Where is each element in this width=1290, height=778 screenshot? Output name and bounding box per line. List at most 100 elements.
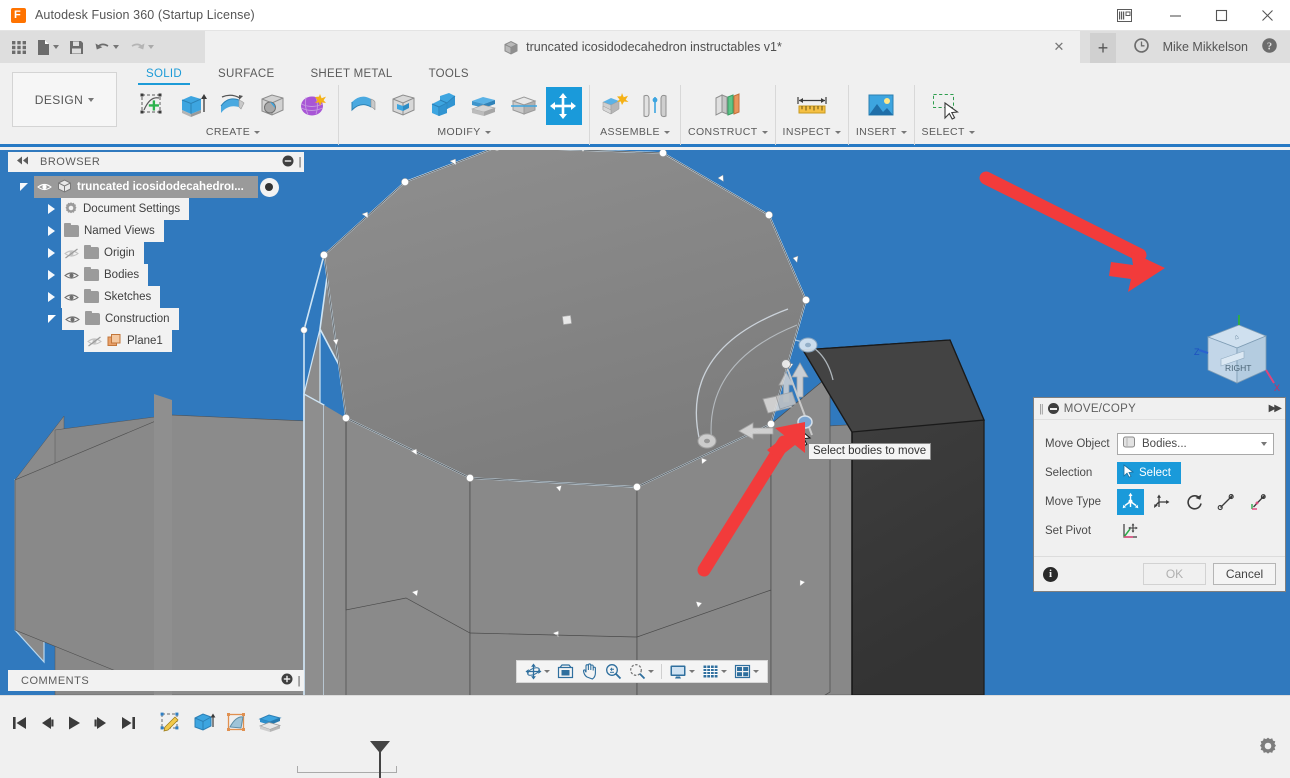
insert-image-tool[interactable] [863, 87, 899, 125]
chevron-down-icon[interactable] [1261, 441, 1267, 446]
viewport[interactable]: Select bodies to move ⌂ RIGHT Z X BROWSE… [0, 150, 1290, 695]
look-at-button[interactable] [554, 661, 577, 682]
undo-button[interactable] [90, 34, 123, 60]
redo-button[interactable] [125, 34, 158, 60]
save-button[interactable] [65, 34, 88, 60]
tree-item-origin[interactable]: Origin [8, 242, 304, 264]
expand-triangle-icon[interactable] [48, 248, 55, 258]
extrude-tool[interactable] [175, 87, 211, 125]
minimize-circle-icon[interactable] [282, 155, 294, 170]
maximize-button[interactable] [1198, 0, 1244, 31]
chevron-down-icon[interactable] [148, 45, 154, 49]
layout-panels-icon[interactable] [1096, 0, 1152, 31]
new-file-button[interactable] [33, 34, 63, 60]
tree-item-document-settings[interactable]: Document Settings [8, 198, 304, 220]
visibility-eye-off-icon[interactable] [64, 248, 79, 259]
visibility-eye-icon[interactable] [64, 270, 79, 281]
jump-to-end-button[interactable] [116, 710, 140, 736]
chevron-down-icon[interactable] [113, 45, 119, 49]
close-button[interactable] [1244, 0, 1290, 31]
move-object-dropdown[interactable]: Bodies... [1117, 432, 1274, 455]
display-settings-button[interactable] [666, 661, 698, 682]
tree-item-sketches[interactable]: Sketches [8, 286, 304, 308]
tree-item-construction[interactable]: Construction [8, 308, 304, 330]
expand-right-icon[interactable]: ▶▶ [1269, 403, 1282, 414]
chevron-down-icon[interactable] [544, 670, 550, 673]
grid-snaps-button[interactable] [699, 661, 730, 682]
minimize-button[interactable] [1152, 0, 1198, 31]
combine-tool[interactable] [466, 87, 502, 125]
step-back-button[interactable] [35, 710, 59, 736]
visibility-eye-icon[interactable] [64, 292, 79, 303]
tab-surface[interactable]: SURFACE [200, 63, 292, 84]
fit-button[interactable] [626, 661, 657, 682]
chevron-down-icon[interactable] [648, 670, 654, 673]
dialog-header[interactable]: || MOVE/COPY ▶▶ [1034, 398, 1285, 420]
orbit-button[interactable] [522, 661, 553, 682]
settings-gear-icon[interactable] [1258, 736, 1278, 759]
offset-plane-tool[interactable] [710, 87, 746, 125]
set-pivot-button[interactable] [1117, 518, 1144, 544]
chevron-down-icon[interactable] [663, 130, 670, 134]
collapse-left-icon[interactable] [16, 156, 29, 168]
sweep-tool[interactable] [255, 87, 291, 125]
app-grid-button[interactable] [7, 34, 31, 60]
tree-item-bodies[interactable]: Bodies [8, 264, 304, 286]
timeline-feature-sketch[interactable] [157, 709, 185, 737]
play-button[interactable] [62, 710, 86, 736]
clock-icon[interactable] [1133, 37, 1150, 57]
cancel-button[interactable]: Cancel [1213, 563, 1276, 585]
chevron-down-icon[interactable] [968, 130, 975, 134]
move-type-translate[interactable] [1149, 489, 1176, 515]
expand-triangle-icon[interactable] [48, 270, 55, 280]
form-tool[interactable] [295, 87, 331, 125]
viewports-button[interactable] [731, 661, 762, 682]
user-name[interactable]: Mike Mikkelson [1163, 40, 1248, 54]
tab-sheet-metal[interactable]: SHEET METAL [292, 63, 410, 84]
fillet-tool[interactable] [386, 87, 422, 125]
chevron-down-icon[interactable] [721, 670, 727, 673]
view-cube[interactable]: ⌂ RIGHT Z X [1192, 313, 1284, 401]
chevron-down-icon[interactable] [254, 130, 261, 134]
select-tool[interactable] [930, 87, 966, 125]
expand-triangle-icon[interactable] [48, 226, 55, 236]
grip-icon[interactable]: || [1039, 403, 1044, 415]
step-forward-button[interactable] [89, 710, 113, 736]
document-tab[interactable]: truncated icosidodecahedron instructable… [205, 31, 1080, 63]
measure-tool[interactable] [794, 87, 830, 125]
chevron-down-icon[interactable] [900, 130, 907, 134]
tab-solid[interactable]: SOLID [128, 63, 200, 85]
move-type-free[interactable] [1117, 488, 1144, 515]
pan-button[interactable] [578, 661, 601, 682]
tree-item-named-views[interactable]: Named Views [8, 220, 304, 242]
chevron-down-icon[interactable] [753, 670, 759, 673]
new-tab-button[interactable]: + [1090, 33, 1116, 63]
tree-item-root[interactable]: truncated icosidodecahedroı... [34, 176, 258, 198]
visibility-eye-off-icon[interactable] [87, 336, 102, 347]
move-copy-dialog[interactable]: || MOVE/COPY ▶▶ Move Object Bodies... Se… [1033, 397, 1286, 592]
tab-tools[interactable]: TOOLS [411, 63, 487, 84]
joint-tool[interactable] [637, 87, 673, 125]
move-copy-tool[interactable] [546, 87, 582, 125]
move-type-rotate[interactable] [1181, 489, 1208, 515]
comments-panel[interactable]: COMMENTS || [8, 670, 304, 691]
ok-button[interactable]: OK [1143, 563, 1206, 585]
timeline-feature-offset[interactable] [256, 709, 284, 737]
activate-component-radio[interactable] [259, 177, 279, 197]
add-comment-icon[interactable] [281, 673, 293, 688]
chevron-down-icon[interactable] [53, 45, 59, 49]
help-icon[interactable]: ? [1261, 37, 1278, 57]
collapse-triangle-icon[interactable] [48, 315, 56, 323]
select-button[interactable]: Select [1117, 461, 1181, 484]
expand-triangle-icon[interactable] [48, 204, 55, 214]
timeline-playhead[interactable] [379, 744, 381, 778]
tree-item-plane1[interactable]: Plane1 [8, 330, 304, 352]
timeline-feature-extrude[interactable] [190, 709, 218, 737]
new-component-tool[interactable] [597, 87, 633, 125]
grip-icon[interactable]: || [298, 156, 301, 168]
move-type-point-to-point[interactable] [1213, 489, 1240, 515]
workspace-switcher[interactable]: DESIGN [12, 72, 117, 127]
visibility-eye-icon[interactable] [37, 182, 52, 193]
chevron-down-icon[interactable] [689, 670, 695, 673]
close-tab-button[interactable]: ✕ [1052, 40, 1066, 54]
